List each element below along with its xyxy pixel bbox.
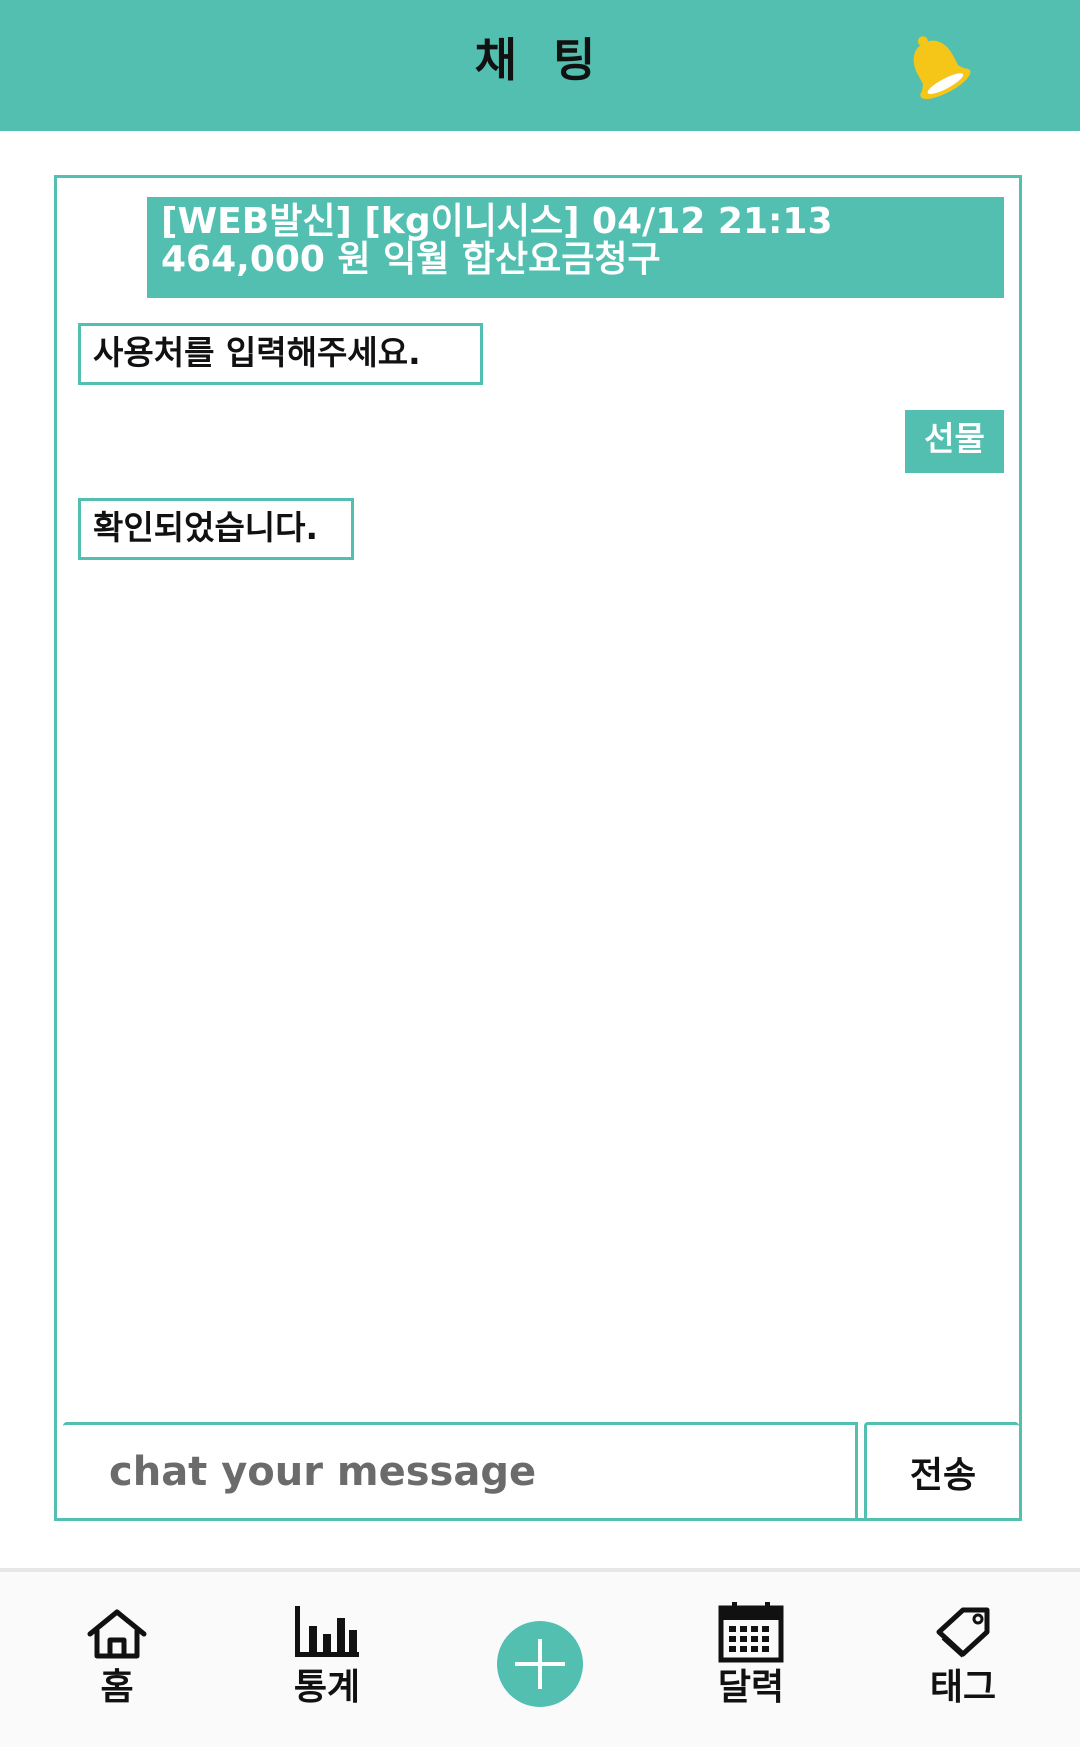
- tag-icon: [936, 1607, 990, 1658]
- app-header: 채 팅: [0, 0, 1080, 131]
- message-input-row: 전송: [63, 1422, 1019, 1518]
- nav-label-stats: 통계: [293, 1667, 361, 1708]
- chat-panel: [WEB발신] [kg이니시스] 04/12 21:13 464,000 원 익…: [54, 175, 1022, 1521]
- nav-item-home[interactable]: 홈: [37, 1572, 197, 1747]
- calendar-icon: [718, 1602, 784, 1663]
- home-icon: [87, 1609, 147, 1659]
- chat-message-sms: [WEB발신] [kg이니시스] 04/12 21:13 464,000 원 익…: [147, 197, 1004, 298]
- chat-message-bot: 확인되었습니다.: [78, 498, 354, 560]
- nav-label-tag: 태그: [929, 1667, 997, 1708]
- plus-icon: [515, 1639, 565, 1689]
- nav-item-calendar[interactable]: 달력: [671, 1572, 831, 1747]
- bell-icon[interactable]: [896, 28, 976, 104]
- send-button[interactable]: 전송: [864, 1422, 1019, 1518]
- message-input[interactable]: [63, 1422, 858, 1518]
- nav-item-stats[interactable]: 통계: [247, 1572, 407, 1747]
- add-button[interactable]: [497, 1621, 583, 1707]
- bar-chart-icon: [295, 1606, 359, 1657]
- chat-message-user: 선물: [905, 410, 1004, 473]
- nav-label-calendar: 달력: [717, 1667, 785, 1708]
- nav-item-tag[interactable]: 태그: [883, 1572, 1043, 1747]
- nav-label-home: 홈: [100, 1667, 134, 1708]
- bottom-nav: 홈 통계 달력 태그: [0, 1572, 1080, 1747]
- chat-message-bot: 사용처를 입력해주세요.: [78, 323, 483, 385]
